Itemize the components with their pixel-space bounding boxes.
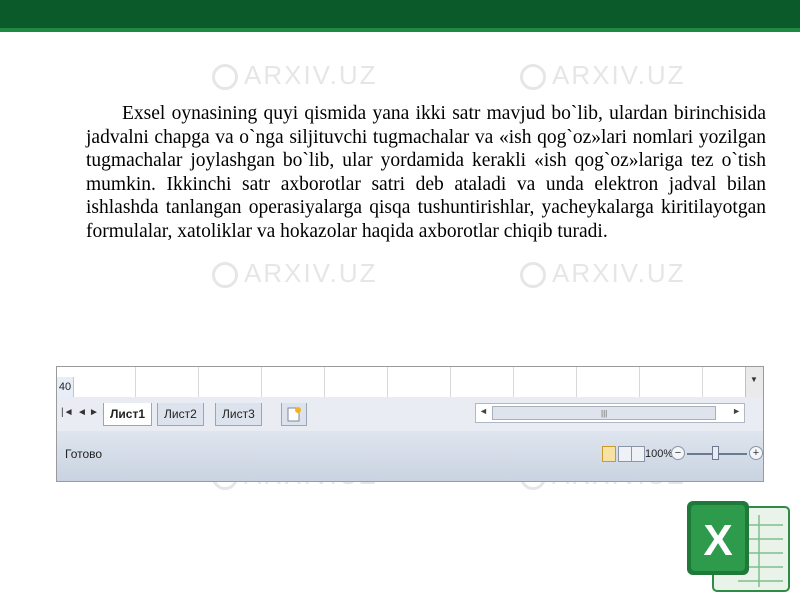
cell[interactable] <box>262 367 325 397</box>
excel-window-strip: 40 ▼ |◄ ◄ ► ►| Лист1 Лист2 Лист3 ◄ ||| ► <box>56 366 764 482</box>
prev-sheet-icon[interactable]: ◄ <box>77 407 87 418</box>
insert-sheet-icon <box>287 407 301 422</box>
zoom-level[interactable]: 100% <box>645 448 673 460</box>
zoom-in-button[interactable]: + <box>749 446 763 460</box>
watermark-logo-icon <box>520 262 546 289</box>
next-sheet-icon[interactable]: ► <box>89 407 99 418</box>
header-accent-line <box>0 28 800 32</box>
page-break-view-button[interactable] <box>631 446 645 462</box>
page-layout-view-button[interactable] <box>618 446 632 462</box>
watermark-logo-icon <box>520 64 546 91</box>
header-bar <box>0 0 800 28</box>
status-text: Готово <box>65 447 103 461</box>
watermark: ARXIV.UZ <box>212 258 378 289</box>
cell[interactable] <box>388 367 451 397</box>
horizontal-scrollbar[interactable]: ◄ ||| ► <box>475 403 745 423</box>
cell[interactable] <box>640 367 703 397</box>
zoom-slider-thumb[interactable] <box>712 446 719 460</box>
watermark: ARXIV.UZ <box>520 258 686 289</box>
scroll-right-arrow-icon[interactable]: ► <box>732 406 741 416</box>
row-number[interactable]: 40 <box>57 377 74 397</box>
cell[interactable] <box>325 367 388 397</box>
scroll-left-arrow-icon[interactable]: ◄ <box>479 406 488 416</box>
cell[interactable] <box>577 367 640 397</box>
tab-sheet-3[interactable]: Лист3 <box>215 403 262 426</box>
sheet-tabs-bar: |◄ ◄ ► ►| Лист1 Лист2 Лист3 ◄ ||| ► <box>57 397 763 432</box>
watermark-logo-icon <box>212 262 238 289</box>
watermark: ARXIV.UZ <box>212 60 378 91</box>
body-paragraph: Exsel oynasining quyi qismida yana ikki … <box>86 103 766 242</box>
status-bar: Готово 100% − + <box>57 431 763 481</box>
grip-icon: ||| <box>601 409 608 418</box>
insert-sheet-button[interactable] <box>281 403 307 426</box>
tab-sheet-1[interactable]: Лист1 <box>103 403 153 426</box>
cell[interactable] <box>451 367 514 397</box>
tab-sheet-2[interactable]: Лист2 <box>157 403 204 426</box>
scroll-down-arrow-icon[interactable]: ▼ <box>750 375 758 384</box>
scrollbar-thumb[interactable]: ||| <box>492 406 716 420</box>
watermark-logo-icon <box>212 64 238 91</box>
cell[interactable] <box>514 367 577 397</box>
watermark: ARXIV.UZ <box>520 60 686 91</box>
cell[interactable] <box>73 367 136 397</box>
cell[interactable] <box>136 367 199 397</box>
zoom-out-button[interactable]: − <box>671 446 685 460</box>
normal-view-button[interactable] <box>602 446 616 462</box>
cell[interactable] <box>199 367 262 397</box>
svg-text:X: X <box>703 516 732 565</box>
vertical-scrollbar[interactable]: ▼ <box>745 367 763 397</box>
excel-logo-icon: X <box>687 501 790 592</box>
worksheet-grid-row: 40 <box>57 367 747 398</box>
first-sheet-icon[interactable]: |◄ <box>61 407 74 418</box>
